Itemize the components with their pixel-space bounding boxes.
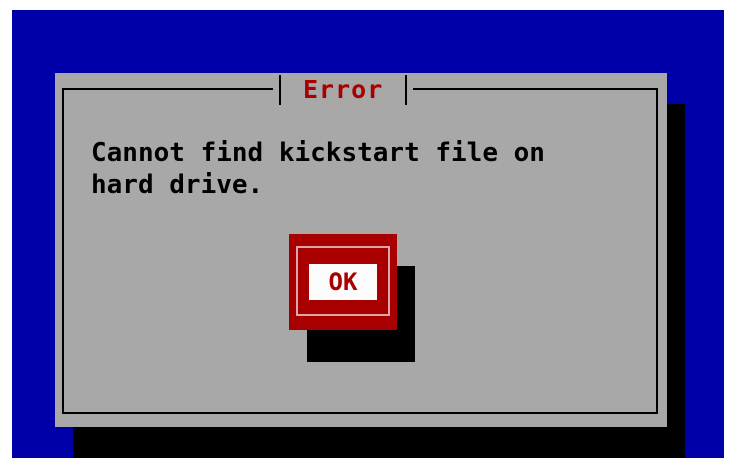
error-message: Cannot find kickstart file on hard drive… <box>91 138 545 200</box>
dialog-title-bar: Error <box>273 75 414 105</box>
ok-button-face: OK <box>309 264 377 300</box>
ok-button[interactable]: OK <box>289 234 397 330</box>
title-right-bracket <box>405 75 408 105</box>
ok-button-label: OK <box>328 268 358 296</box>
dialog-title: Error <box>303 75 384 104</box>
error-dialog: Error Cannot find kickstart file on hard… <box>55 73 667 427</box>
